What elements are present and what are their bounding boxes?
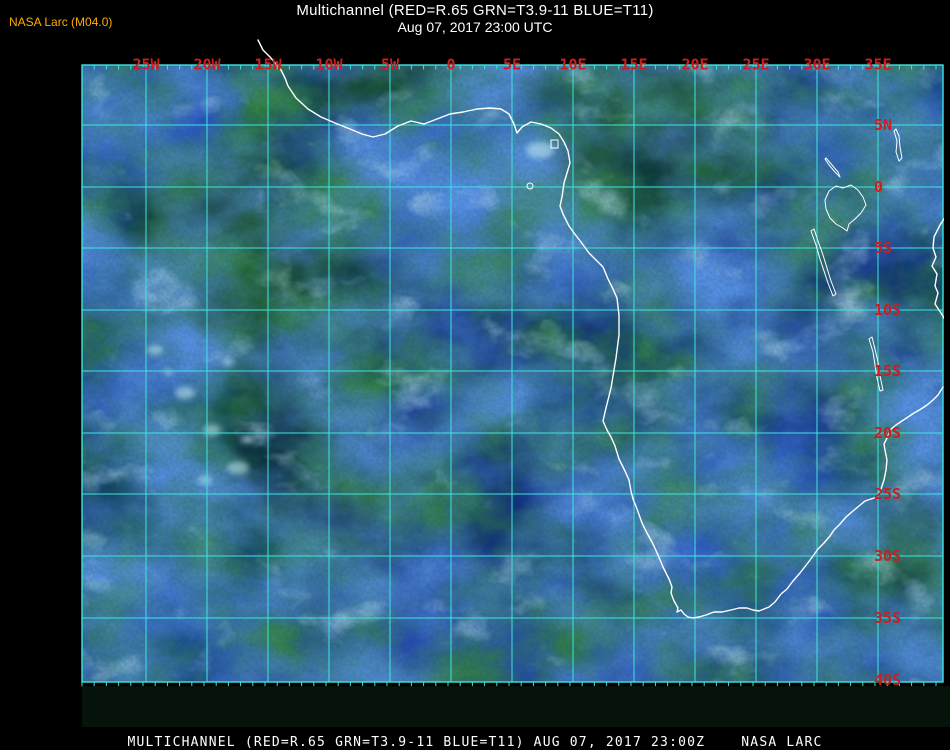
lon-label: 5E — [503, 56, 521, 74]
lat-label: 5N — [874, 116, 892, 134]
footer-caption: MULTICHANNEL (RED=R.65 GRN=T3.9-11 BLUE=… — [127, 735, 823, 750]
lon-label: 25W — [132, 56, 160, 74]
lon-label: 20E — [681, 56, 708, 74]
lat-label: 0 — [874, 178, 883, 196]
lat-label: 10S — [874, 301, 901, 319]
lat-label: 35S — [874, 609, 901, 627]
lat-label: 15S — [874, 362, 901, 380]
footer-band — [82, 686, 950, 727]
lat-label: 25S — [874, 485, 901, 503]
lon-label: 5W — [381, 56, 400, 74]
lat-label: 5S — [874, 239, 892, 257]
lon-label: 10W — [315, 56, 343, 74]
lon-label: 15E — [620, 56, 647, 74]
lon-label: 35E — [864, 56, 891, 74]
screen: { "header": { "title": "Multichannel (RE… — [0, 0, 950, 750]
lon-label: 20W — [193, 56, 221, 74]
lon-label: 25E — [742, 56, 769, 74]
satellite-map: 25W 20W 15W 10W 5W 0 5E 10E 15E 20E 25E 30E 35E 5N 0 5S… — [81, 39, 944, 689]
lon-label: 15W — [254, 56, 282, 74]
lat-label: 20S — [874, 424, 901, 442]
lon-label: 30E — [803, 56, 830, 74]
lon-label: 10E — [559, 56, 586, 74]
lon-label: 0 — [446, 56, 455, 74]
lat-label: 30S — [874, 547, 901, 565]
map-imagery — [82, 65, 943, 682]
